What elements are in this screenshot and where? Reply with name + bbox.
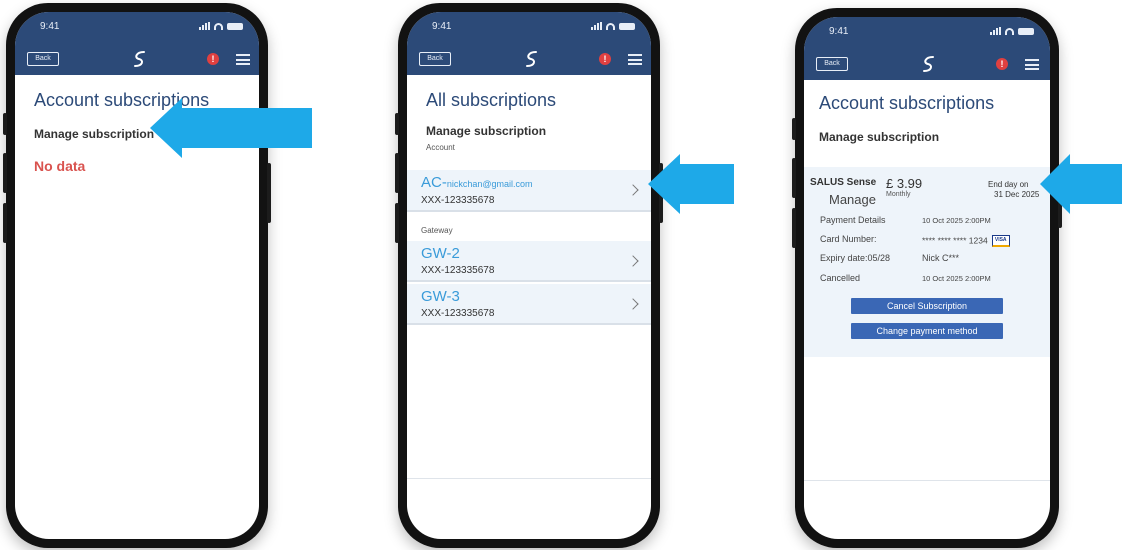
status-time: 9:41 — [829, 26, 849, 37]
back-button[interactable]: Back — [419, 52, 451, 66]
visa-card-icon: VISA — [991, 235, 1010, 247]
gateway-name: GW-2 — [421, 245, 460, 262]
gateway-id: XXX-123335678 — [421, 265, 495, 276]
alert-icon[interactable]: ! — [207, 53, 219, 65]
battery-icon — [619, 22, 635, 30]
alert-icon[interactable]: ! — [599, 53, 611, 65]
screen-subscription-detail: 9:41 Back ! Account subscriptions Manage… — [804, 17, 1050, 539]
back-button[interactable]: Back — [816, 57, 848, 71]
card-number-row: **** **** **** 1234 VISA — [922, 235, 1010, 247]
pointer-arrow-1 — [150, 98, 312, 158]
manage-subscription-heading: Manage subscription — [819, 130, 940, 144]
detail-label: Payment Details — [820, 215, 886, 225]
status-time: 9:41 — [432, 21, 452, 32]
screen-all-subscriptions: 9:41 Back ! All subscriptions Manage sub… — [407, 12, 651, 539]
page-title: Account subscriptions — [819, 93, 995, 113]
no-data-message: No data — [34, 158, 86, 174]
signal-icon — [591, 22, 602, 30]
status-icons — [199, 22, 243, 30]
account-section-label: Account — [426, 143, 455, 152]
phone-3: 9:41 Back ! Account subscriptions Manage… — [792, 8, 1062, 548]
chevron-right-icon — [627, 255, 639, 267]
gateway-row[interactable]: GW-3 XXX-123335678 — [407, 284, 651, 325]
status-icons — [591, 22, 635, 30]
salus-logo-icon — [526, 51, 537, 67]
detail-label: Cancelled — [820, 273, 861, 283]
manage-subscription-link[interactable]: Manage subscription — [34, 127, 154, 141]
phone-2: 9:41 Back ! All subscriptions Manage sub… — [395, 3, 663, 548]
manage-subscription-heading: Manage subscription — [426, 124, 547, 138]
pointer-arrow-2 — [648, 154, 734, 214]
detail-value: 10 Oct 2025 2:00PM — [922, 216, 991, 225]
divider — [804, 480, 1050, 481]
gateway-name: GW-3 — [421, 288, 460, 305]
phone-1: 9:41 Back ! Account subscriptions Manage… — [3, 3, 271, 548]
account-subscription-row[interactable]: AC-nickchan@gmail.com XXX-123335678 — [407, 170, 651, 212]
subscription-card: SALUS Sense Manage £ 3.99 Monthly End da… — [804, 167, 1050, 357]
status-time: 9:41 — [40, 21, 60, 32]
chevron-right-icon — [627, 184, 639, 196]
detail-label: Card Number: — [820, 234, 877, 244]
account-id: XXX-123335678 — [421, 195, 495, 206]
detail-label: Expiry date:05/28 — [820, 253, 891, 263]
plan-price: £ 3.99 — [886, 176, 923, 191]
detail-value: **** **** **** 1234 — [922, 235, 988, 246]
account-name: AC-nickchan@gmail.com — [421, 174, 533, 191]
wifi-icon — [606, 22, 615, 30]
salus-logo-icon — [134, 51, 145, 67]
alert-icon[interactable]: ! — [996, 58, 1008, 70]
detail-value: Nick C*** — [922, 253, 960, 263]
plan-period: Monthly — [886, 191, 911, 198]
app-header: 9:41 Back ! — [15, 12, 259, 75]
cancel-subscription-button[interactable]: Cancel Subscription — [851, 298, 1003, 314]
detail-value: 10 Oct 2025 2:00PM — [922, 274, 991, 283]
hamburger-menu-icon[interactable] — [1025, 59, 1039, 70]
wifi-icon — [214, 22, 223, 30]
change-payment-method-button[interactable]: Change payment method — [851, 323, 1003, 339]
gateway-section-label: Gateway — [421, 226, 453, 235]
chevron-right-icon — [627, 298, 639, 310]
divider — [407, 478, 651, 479]
salus-logo-icon — [923, 56, 934, 72]
gateway-id: XXX-123335678 — [421, 308, 495, 319]
pointer-arrow-3 — [1040, 154, 1122, 214]
signal-icon — [990, 27, 1001, 35]
back-button[interactable]: Back — [27, 52, 59, 66]
status-icons — [990, 27, 1034, 35]
battery-icon — [227, 22, 243, 30]
end-day-date: 31 Dec 2025 — [994, 190, 1040, 199]
wifi-icon — [1005, 27, 1014, 35]
end-day-label: End day on — [988, 180, 1029, 189]
app-header: 9:41 Back ! — [804, 17, 1050, 80]
signal-icon — [199, 22, 210, 30]
gateway-row[interactable]: GW-2 XXX-123335678 — [407, 241, 651, 282]
page-title: All subscriptions — [426, 90, 557, 110]
plan-name: SALUS Sense — [810, 177, 877, 188]
hamburger-menu-icon[interactable] — [628, 54, 642, 65]
manage-link[interactable]: Manage — [829, 192, 876, 207]
hamburger-menu-icon[interactable] — [236, 54, 250, 65]
screen-account-subscriptions-empty: 9:41 Back ! Account subscriptions Manage… — [15, 12, 259, 539]
battery-icon — [1018, 27, 1034, 35]
app-header: 9:41 Back ! — [407, 12, 651, 75]
